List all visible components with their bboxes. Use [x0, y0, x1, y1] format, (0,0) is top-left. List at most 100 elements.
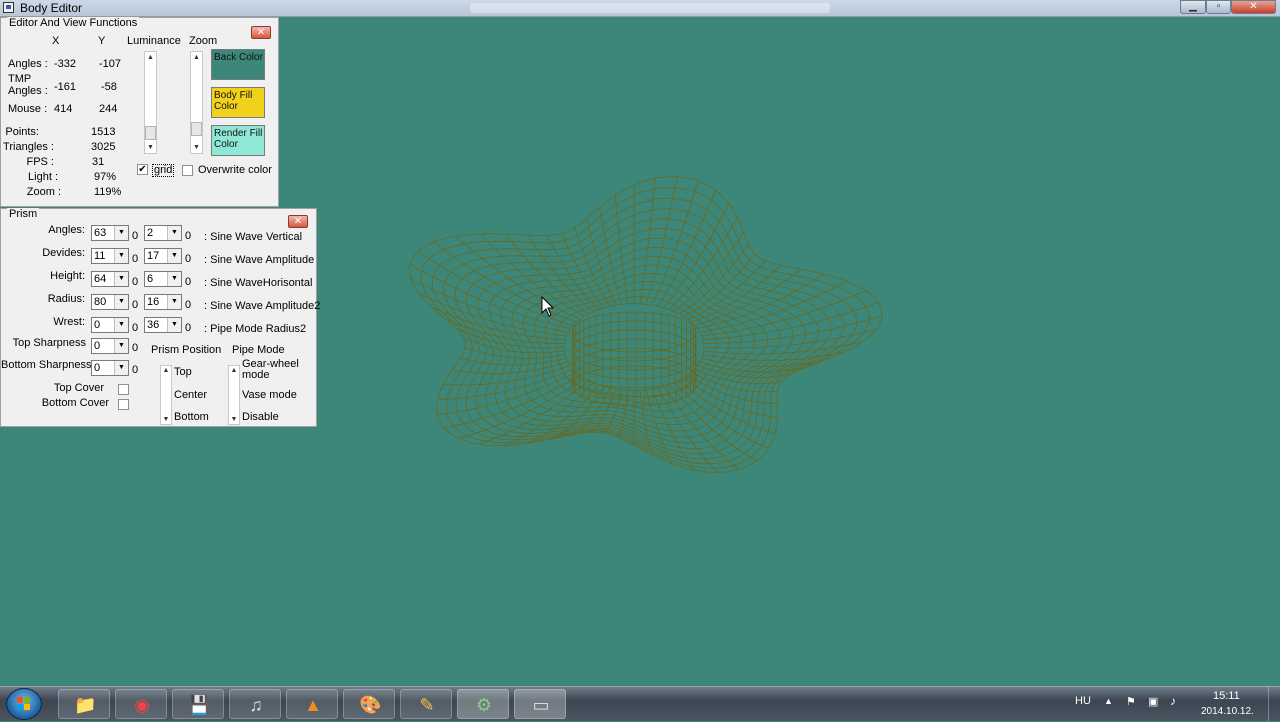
scroll-up-icon[interactable]: ▲	[229, 366, 239, 375]
prism-row-value2-select[interactable]: 36 ▼	[144, 317, 182, 333]
top-cover-checkbox[interactable]	[118, 384, 129, 395]
grid-checkbox[interactable]: ✔	[137, 164, 148, 175]
dropdown-arrow-icon[interactable]: ▼	[167, 295, 181, 309]
taskbar-app-button[interactable]: ⚙	[457, 689, 509, 719]
vase-mode-option[interactable]: Vase mode	[242, 389, 297, 401]
mesh-wireframe	[408, 176, 883, 473]
taskbar-app-button[interactable]: 📁	[58, 689, 110, 719]
mouse-y-value: 244	[99, 103, 118, 115]
zero-label: 0	[185, 299, 192, 311]
luminance-thumb[interactable]	[145, 126, 156, 140]
taskbar-app-button[interactable]: ♫	[229, 689, 281, 719]
tmp-angles-y-value: -58	[101, 81, 117, 93]
scroll-down-icon[interactable]: ▼	[161, 415, 171, 424]
position-bottom-option[interactable]: Bottom	[174, 411, 209, 423]
triangles-value: 3025	[91, 141, 116, 153]
luminance-scrollbar[interactable]: ▲ ▼	[144, 51, 157, 154]
start-button[interactable]	[6, 688, 42, 720]
vlc-icon: ▲	[304, 695, 322, 715]
prism-row-description: : Pipe Mode Radius2	[204, 323, 307, 335]
dropdown-arrow-icon[interactable]: ▼	[167, 272, 181, 286]
dropdown-arrow-icon[interactable]: ▼	[114, 272, 128, 286]
prism-row-value2-select[interactable]: 2 ▼	[144, 225, 182, 241]
back-color-button[interactable]: Back Color	[211, 49, 265, 80]
dropdown-arrow-icon[interactable]: ▼	[114, 226, 128, 240]
clock-time[interactable]: 15:11	[1213, 690, 1240, 702]
prism-panel-title: Prism	[7, 208, 40, 220]
pipe-mode-scroller[interactable]: ▲ ▼	[228, 365, 240, 425]
position-center-option[interactable]: Center	[174, 389, 207, 401]
dropdown-arrow-icon[interactable]: ▼	[114, 339, 128, 353]
network-icon[interactable]: ▣	[1148, 695, 1158, 708]
bottom-sharpness-select[interactable]: 0 ▼	[91, 360, 129, 376]
prism-row-value1-select[interactable]: 11 ▼	[91, 248, 129, 264]
position-top-option[interactable]: Top	[174, 366, 192, 378]
music-notes-icon: ♫	[249, 695, 263, 715]
maximize-button[interactable]: ▫	[1206, 0, 1231, 14]
action-center-flag-icon[interactable]: ⚑	[1126, 695, 1136, 708]
show-desktop-button[interactable]	[1268, 687, 1280, 721]
save-disk-icon: 💾	[188, 695, 211, 715]
taskbar-app-button[interactable]: ✎	[400, 689, 452, 719]
render-fill-color-button[interactable]: Render Fill Color	[211, 125, 265, 156]
taskbar-app-button[interactable]: 💾	[172, 689, 224, 719]
prism-row-label: Height:	[50, 270, 85, 282]
dropdown-arrow-icon[interactable]: ▼	[167, 249, 181, 263]
prism-row-label: Devides:	[42, 247, 85, 259]
scroll-down-icon[interactable]: ▼	[145, 142, 156, 153]
prism-row-value1-select[interactable]: 63 ▼	[91, 225, 129, 241]
zoom-thumb[interactable]	[191, 122, 202, 136]
dropdown-arrow-icon[interactable]: ▼	[167, 318, 181, 332]
show-hidden-icons-icon[interactable]: ▲	[1104, 696, 1113, 706]
bottom-cover-checkbox[interactable]	[118, 399, 129, 410]
zero-label: 0	[185, 276, 192, 288]
window-titlebar: Body Editor ▁ ▫ ✕	[0, 0, 1280, 17]
zero-label: 0	[185, 253, 192, 265]
taskbar-app-button[interactable]: ◉	[115, 689, 167, 719]
dropdown-arrow-icon[interactable]: ▼	[114, 361, 128, 375]
language-indicator[interactable]: HU	[1075, 695, 1091, 707]
windows-logo-icon	[17, 697, 30, 710]
prism-row-value1-select[interactable]: 64 ▼	[91, 271, 129, 287]
scroll-up-icon[interactable]: ▲	[191, 52, 202, 63]
minimize-button[interactable]: ▁	[1180, 0, 1206, 14]
scroll-down-icon[interactable]: ▼	[191, 142, 202, 153]
gear-wheel-mode-option[interactable]: Gear-wheel mode	[242, 359, 299, 381]
taskbar-app-button[interactable]: 🎨	[343, 689, 395, 719]
prism-panel-close-button[interactable]: ✕	[288, 215, 308, 228]
zero-label: 0	[132, 230, 139, 242]
tmp-angles-x-value: -161	[54, 81, 77, 93]
bottom-sharpness-label: Bottom Sharpness	[1, 359, 92, 371]
pipe-mode-label: Pipe Mode	[232, 344, 285, 356]
zero-label: 0	[132, 253, 139, 265]
prism-row-value2-select[interactable]: 6 ▼	[144, 271, 182, 287]
scroll-down-icon[interactable]: ▼	[229, 415, 239, 424]
editor-panel-close-button[interactable]: ✕	[251, 26, 271, 39]
dropdown-arrow-icon[interactable]: ▼	[114, 249, 128, 263]
scroll-up-icon[interactable]: ▲	[145, 52, 156, 63]
points-label: Points:	[5, 126, 39, 138]
dropdown-arrow-icon[interactable]: ▼	[114, 295, 128, 309]
top-sharpness-select[interactable]: 0 ▼	[91, 338, 129, 354]
disable-option[interactable]: Disable	[242, 411, 279, 423]
zero-label: 0	[132, 299, 139, 311]
prism-row-value2-select[interactable]: 17 ▼	[144, 248, 182, 264]
overwrite-color-checkbox[interactable]	[182, 165, 193, 176]
taskbar-app-button[interactable]: ▲	[286, 689, 338, 719]
volume-icon[interactable]: ♪	[1170, 694, 1176, 708]
prism-row-value1: 63	[94, 227, 107, 239]
zoom-scrollbar[interactable]: ▲ ▼	[190, 51, 203, 154]
dropdown-arrow-icon[interactable]: ▼	[114, 318, 128, 332]
prism-row-value1-select[interactable]: 80 ▼	[91, 294, 129, 310]
dropdown-arrow-icon[interactable]: ▼	[167, 226, 181, 240]
clock-date[interactable]: 2014.10.12.	[1201, 706, 1254, 717]
close-button[interactable]: ✕	[1231, 0, 1276, 14]
prism-row-value1-select[interactable]: 0 ▼	[91, 317, 129, 333]
scroll-up-icon[interactable]: ▲	[161, 366, 171, 375]
prism-row-value2-select[interactable]: 16 ▼	[144, 294, 182, 310]
prism-row-label: Angles:	[48, 224, 85, 236]
taskbar-app-button[interactable]: ▭	[514, 689, 566, 719]
paint-icon: 🎨	[359, 695, 382, 715]
body-fill-color-button[interactable]: Body Fill Color	[211, 87, 265, 118]
prism-position-scroller[interactable]: ▲ ▼	[160, 365, 172, 425]
